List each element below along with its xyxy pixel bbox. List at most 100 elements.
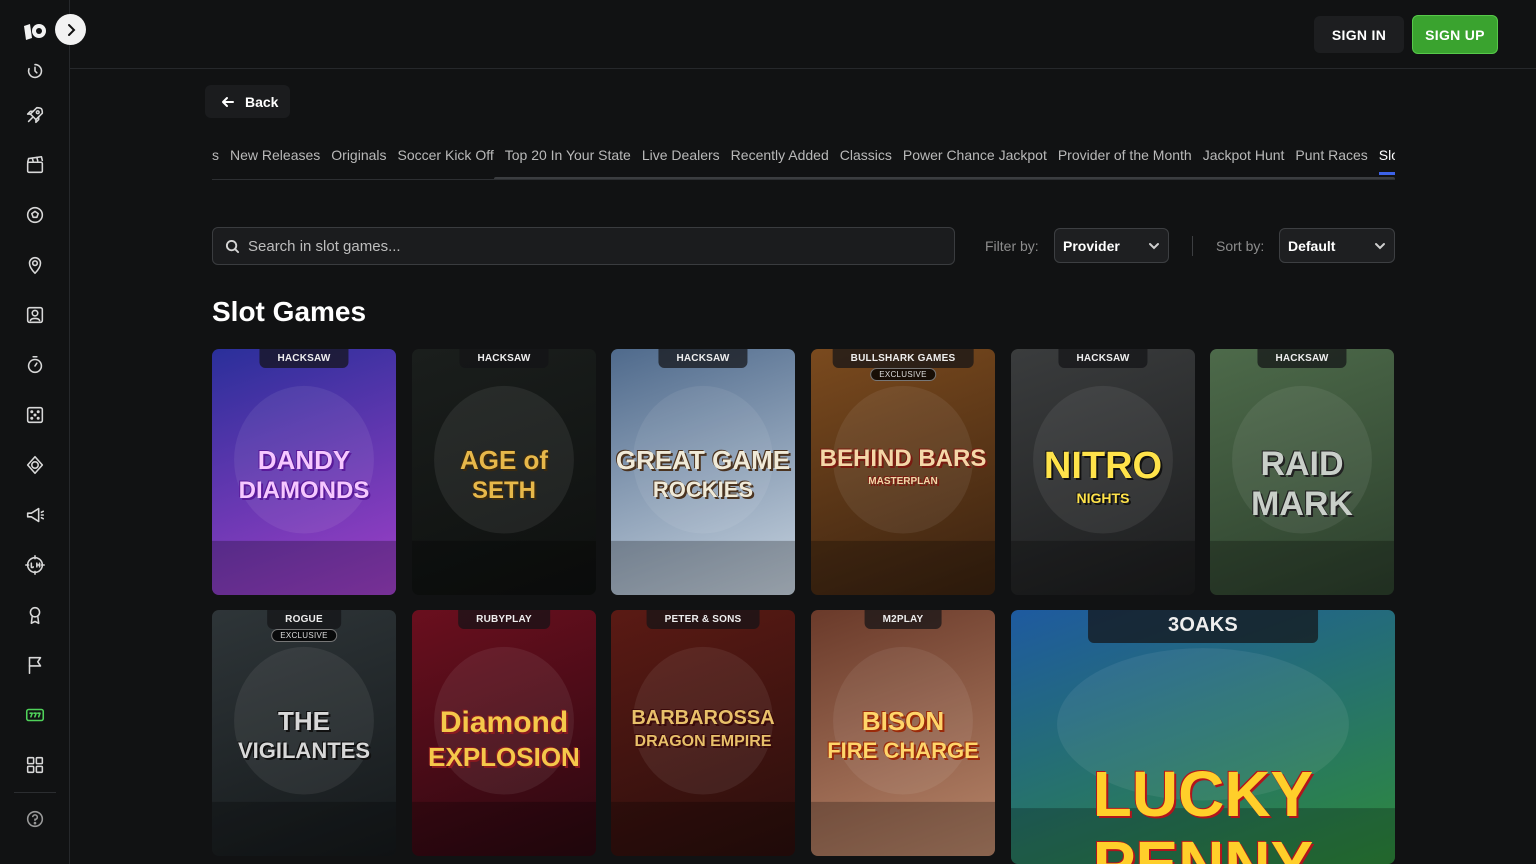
provider-badge: ROGUE — [267, 610, 341, 629]
category-tabs: s New Releases Originals Soccer Kick Off Top… — [212, 142, 1395, 180]
brand-logo[interactable] — [20, 18, 48, 46]
tab-item[interactable]: Originals — [331, 147, 386, 175]
game-card[interactable]: HACKSAW AGE of SETH — [412, 349, 596, 595]
tab-item[interactable]: Live Dealers — [642, 147, 720, 175]
tab-item[interactable]: Provider of the Month — [1058, 147, 1192, 175]
exclusive-badge: EXCLUSIVE — [271, 629, 337, 642]
sidebar-item-promotions[interactable] — [0, 490, 70, 540]
sort-select[interactable]: Default — [1279, 228, 1395, 263]
sidebar-item-all-games[interactable] — [0, 740, 70, 790]
tab-item[interactable]: Jackpot Hunt — [1203, 147, 1285, 175]
provider-badge: M2PLAY — [864, 610, 942, 629]
sidebar-expand-button[interactable] — [55, 14, 86, 45]
tab-item[interactable]: Slot Ga — [1378, 147, 1395, 175]
sidebar-item-rewards[interactable] — [0, 590, 70, 640]
tab-item[interactable]: New Releases — [230, 147, 320, 175]
history-icon — [27, 63, 43, 79]
tab-item[interactable]: Power Chance Jackpot — [903, 147, 1047, 175]
chevron-down-icon — [1149, 242, 1159, 249]
provider-badge: HACKSAW — [658, 349, 748, 368]
sidebar-nav — [0, 52, 70, 790]
provider-badge: BULLSHARK GAMES — [832, 349, 974, 368]
help-icon — [26, 810, 44, 828]
game-title-subline: NIGHTS — [1076, 490, 1130, 507]
tab-item[interactable]: Punt Races — [1295, 147, 1367, 175]
game-card[interactable]: RUBYPLAY Diamond EXPLOSION — [412, 610, 596, 856]
sidebar-item-live[interactable] — [0, 140, 70, 190]
game-title: BARBAROSSA — [631, 707, 775, 730]
grid-icon — [26, 756, 44, 774]
sign-in-button[interactable]: SIGN IN — [1314, 16, 1404, 53]
sidebar — [0, 0, 86, 864]
tab-item[interactable]: Soccer Kick Off — [398, 147, 494, 175]
game-title: Diamond — [439, 706, 569, 740]
game-card[interactable]: 3OAKS LUCKYPENNY — [1011, 610, 1395, 864]
sidebar-item-punt-races[interactable] — [0, 640, 70, 690]
sidebar-item-jackpot-hunt[interactable] — [0, 540, 70, 590]
game-title-subline: PENNY — [1011, 832, 1395, 864]
soccer-ball-icon — [26, 206, 44, 224]
sign-up-button[interactable]: SIGN UP — [1412, 15, 1498, 54]
game-title-subline: VIGILANTES — [237, 738, 370, 764]
sort-value: Default — [1288, 237, 1336, 254]
jackpot-hunt-icon — [25, 555, 45, 575]
game-title-subline: DIAMONDS — [238, 477, 370, 505]
sidebar-item-profile[interactable] — [0, 290, 70, 340]
sidebar-item-local[interactable] — [0, 240, 70, 290]
chevron-down-icon — [1375, 242, 1385, 249]
provider-badge: PETER & SONS — [646, 610, 760, 629]
provider-filter-select[interactable]: Provider — [1054, 228, 1169, 263]
tab-item[interactable]: Top 20 In Your State — [505, 147, 631, 175]
back-label: Back — [245, 93, 279, 110]
tab-item[interactable]: s — [212, 147, 219, 175]
sort-label: Sort by: — [1216, 238, 1265, 254]
game-card[interactable]: BULLSHARK GAMES EXCLUSIVE BEHIND BARS MASTE… — [811, 349, 995, 595]
game-title: DANDY — [257, 445, 351, 476]
search-icon — [225, 239, 240, 253]
sidebar-item-recent[interactable] — [0, 52, 70, 90]
game-card[interactable]: HACKSAW DANDY DIAMONDS — [212, 349, 396, 595]
app: SIGN IN SIGN UP Back s New Releases Origin… — [0, 0, 1536, 864]
flag-icon — [28, 656, 42, 675]
game-title: THE — [278, 706, 330, 737]
provider-badge: HACKSAW — [459, 349, 549, 368]
sidebar-item-new[interactable] — [0, 90, 70, 140]
game-card[interactable]: PETER & SONS BARBAROSSA DRAGON EMPIRE — [611, 610, 795, 856]
game-title-subline: EXPLOSION — [428, 742, 580, 773]
main-content: Back s New Releases Originals Soccer Kick O… — [70, 70, 1536, 864]
sidebar-item-sports[interactable] — [0, 190, 70, 240]
chevron-right-icon — [67, 23, 75, 36]
sidebar-item-power-chance[interactable] — [0, 440, 70, 490]
game-title-subline: MARK — [1251, 485, 1353, 524]
game-title-subline: DRAGON EMPIRE — [634, 733, 772, 751]
tabs-scrollbar[interactable] — [494, 177, 1395, 179]
stopwatch-icon — [27, 355, 43, 374]
tab-list: s New Releases Originals Soccer Kick Off Top… — [212, 147, 1395, 175]
sidebar-item-races[interactable] — [0, 340, 70, 390]
sidebar-item-table-games[interactable] — [0, 390, 70, 440]
filter-label: Filter by: — [985, 238, 1039, 254]
tab-item[interactable]: Classics — [840, 147, 892, 175]
game-title: BISON — [861, 706, 945, 737]
provider-badge: HACKSAW — [259, 349, 349, 368]
game-artwork — [811, 385, 995, 595]
chip-pc-icon — [26, 455, 44, 475]
game-title-subline: FIRE CHARGE — [827, 738, 979, 764]
user-pin-icon — [28, 256, 42, 275]
game-card[interactable]: HACKSAW GREAT GAME ROCKIES — [611, 349, 795, 595]
game-card[interactable]: HACKSAW RAID MARK — [1210, 349, 1394, 595]
game-card[interactable]: ROGUE EXCLUSIVE THE VIGILANTES — [212, 610, 396, 856]
back-button[interactable]: Back — [205, 85, 290, 118]
game-card[interactable]: M2PLAY BISON FIRE CHARGE — [811, 610, 995, 856]
sidebar-divider — [14, 792, 56, 793]
user-card-icon — [26, 306, 44, 324]
game-title: GREAT GAME — [615, 445, 791, 476]
game-card[interactable]: HACKSAW NITRO NIGHTS — [1011, 349, 1195, 595]
provider-badge: HACKSAW — [1058, 349, 1148, 368]
tab-item[interactable]: Recently Added — [731, 147, 829, 175]
award-icon — [29, 606, 41, 625]
sidebar-item-help[interactable] — [0, 794, 70, 844]
megaphone-icon — [26, 507, 45, 523]
sidebar-item-slots[interactable] — [0, 690, 70, 740]
search-input[interactable] — [248, 237, 928, 255]
